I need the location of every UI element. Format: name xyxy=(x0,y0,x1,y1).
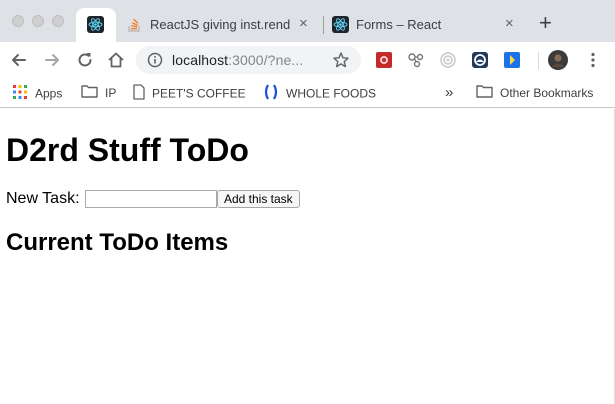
new-task-form: New Task: Add this task xyxy=(6,189,300,211)
address-rest: :3000/?ne... xyxy=(228,52,304,68)
new-task-input[interactable] xyxy=(84,190,217,208)
forward-icon[interactable] xyxy=(42,50,62,70)
whole-foods-icon xyxy=(263,84,279,105)
window-minimize-button[interactable] xyxy=(32,15,44,27)
new-task-label: New Task: xyxy=(6,190,80,207)
extension-circle-icon[interactable] xyxy=(471,51,489,69)
address-text[interactable]: localhost:3000/?ne... xyxy=(172,52,303,68)
bookmark-label: Apps xyxy=(35,86,63,101)
toolbar-divider xyxy=(538,52,539,70)
bookmark-peets-coffee[interactable]: PEET'S COFFEE xyxy=(133,84,246,102)
add-task-button[interactable]: Add this task xyxy=(216,190,300,208)
bookmark-label: PEET'S COFFEE xyxy=(152,86,246,101)
tab-title: ReactJS giving inst.render is not xyxy=(150,17,290,32)
react-icon xyxy=(87,16,104,33)
info-icon[interactable] xyxy=(147,52,163,73)
extension-red-icon[interactable] xyxy=(375,51,393,69)
stack-overflow-icon xyxy=(126,16,143,33)
avatar[interactable] xyxy=(548,50,568,70)
folder-icon xyxy=(81,84,98,103)
bookmark-whole-foods[interactable]: WHOLE FOODS xyxy=(263,84,376,102)
address-host: localhost xyxy=(172,52,229,68)
extension-target-icon[interactable] xyxy=(439,51,457,69)
bookmark-ip[interactable]: IP xyxy=(81,84,116,102)
extension-molecule-icon[interactable] xyxy=(407,51,425,69)
tab-strip: ReactJS giving inst.render is not × Form… xyxy=(0,0,615,42)
bookmark-other-bookmarks[interactable]: Other Bookmarks xyxy=(476,84,593,102)
page-icon xyxy=(133,84,145,105)
page-content: D2rd Stuff ToDo New Task: Add this task … xyxy=(0,109,615,404)
bookmark-apps[interactable]: Apps xyxy=(12,84,62,102)
reload-icon[interactable] xyxy=(75,50,95,70)
close-icon[interactable]: × xyxy=(505,15,514,32)
bookmarks-overflow-button[interactable]: » xyxy=(445,84,453,102)
bookmark-label: Other Bookmarks xyxy=(500,86,594,100)
extension-blue-icon[interactable] xyxy=(503,51,521,69)
todo-list-title: Current ToDo Items xyxy=(6,229,229,256)
back-icon[interactable] xyxy=(9,50,29,70)
address-bar[interactable]: localhost:3000/?ne... xyxy=(136,46,361,74)
tab-stackoverflow[interactable]: ReactJS giving inst.render is not × xyxy=(116,8,324,42)
window-zoom-button[interactable] xyxy=(52,15,64,27)
folder-icon xyxy=(476,84,493,103)
bookmark-label: WHOLE FOODS xyxy=(286,86,377,101)
close-icon[interactable]: × xyxy=(299,15,308,32)
home-icon[interactable] xyxy=(106,50,126,70)
page-title: D2rd Stuff ToDo xyxy=(6,132,249,168)
tab-forms-react[interactable]: Forms – React × xyxy=(324,8,528,42)
bookmark-label: IP xyxy=(105,86,117,100)
bookmarks-bar: Apps IP PEET'S COFFEE WHOLE FOODS » Othe… xyxy=(0,78,615,108)
new-tab-button[interactable]: + xyxy=(539,12,552,34)
bookmark-star-icon[interactable] xyxy=(332,51,350,74)
tab-active[interactable] xyxy=(76,8,116,42)
menu-kebab-icon[interactable] xyxy=(585,51,601,69)
apps-grid-icon xyxy=(12,84,28,105)
window-close-button[interactable] xyxy=(12,15,24,27)
react-icon xyxy=(332,16,349,33)
tab-title: Forms – React xyxy=(356,17,442,32)
